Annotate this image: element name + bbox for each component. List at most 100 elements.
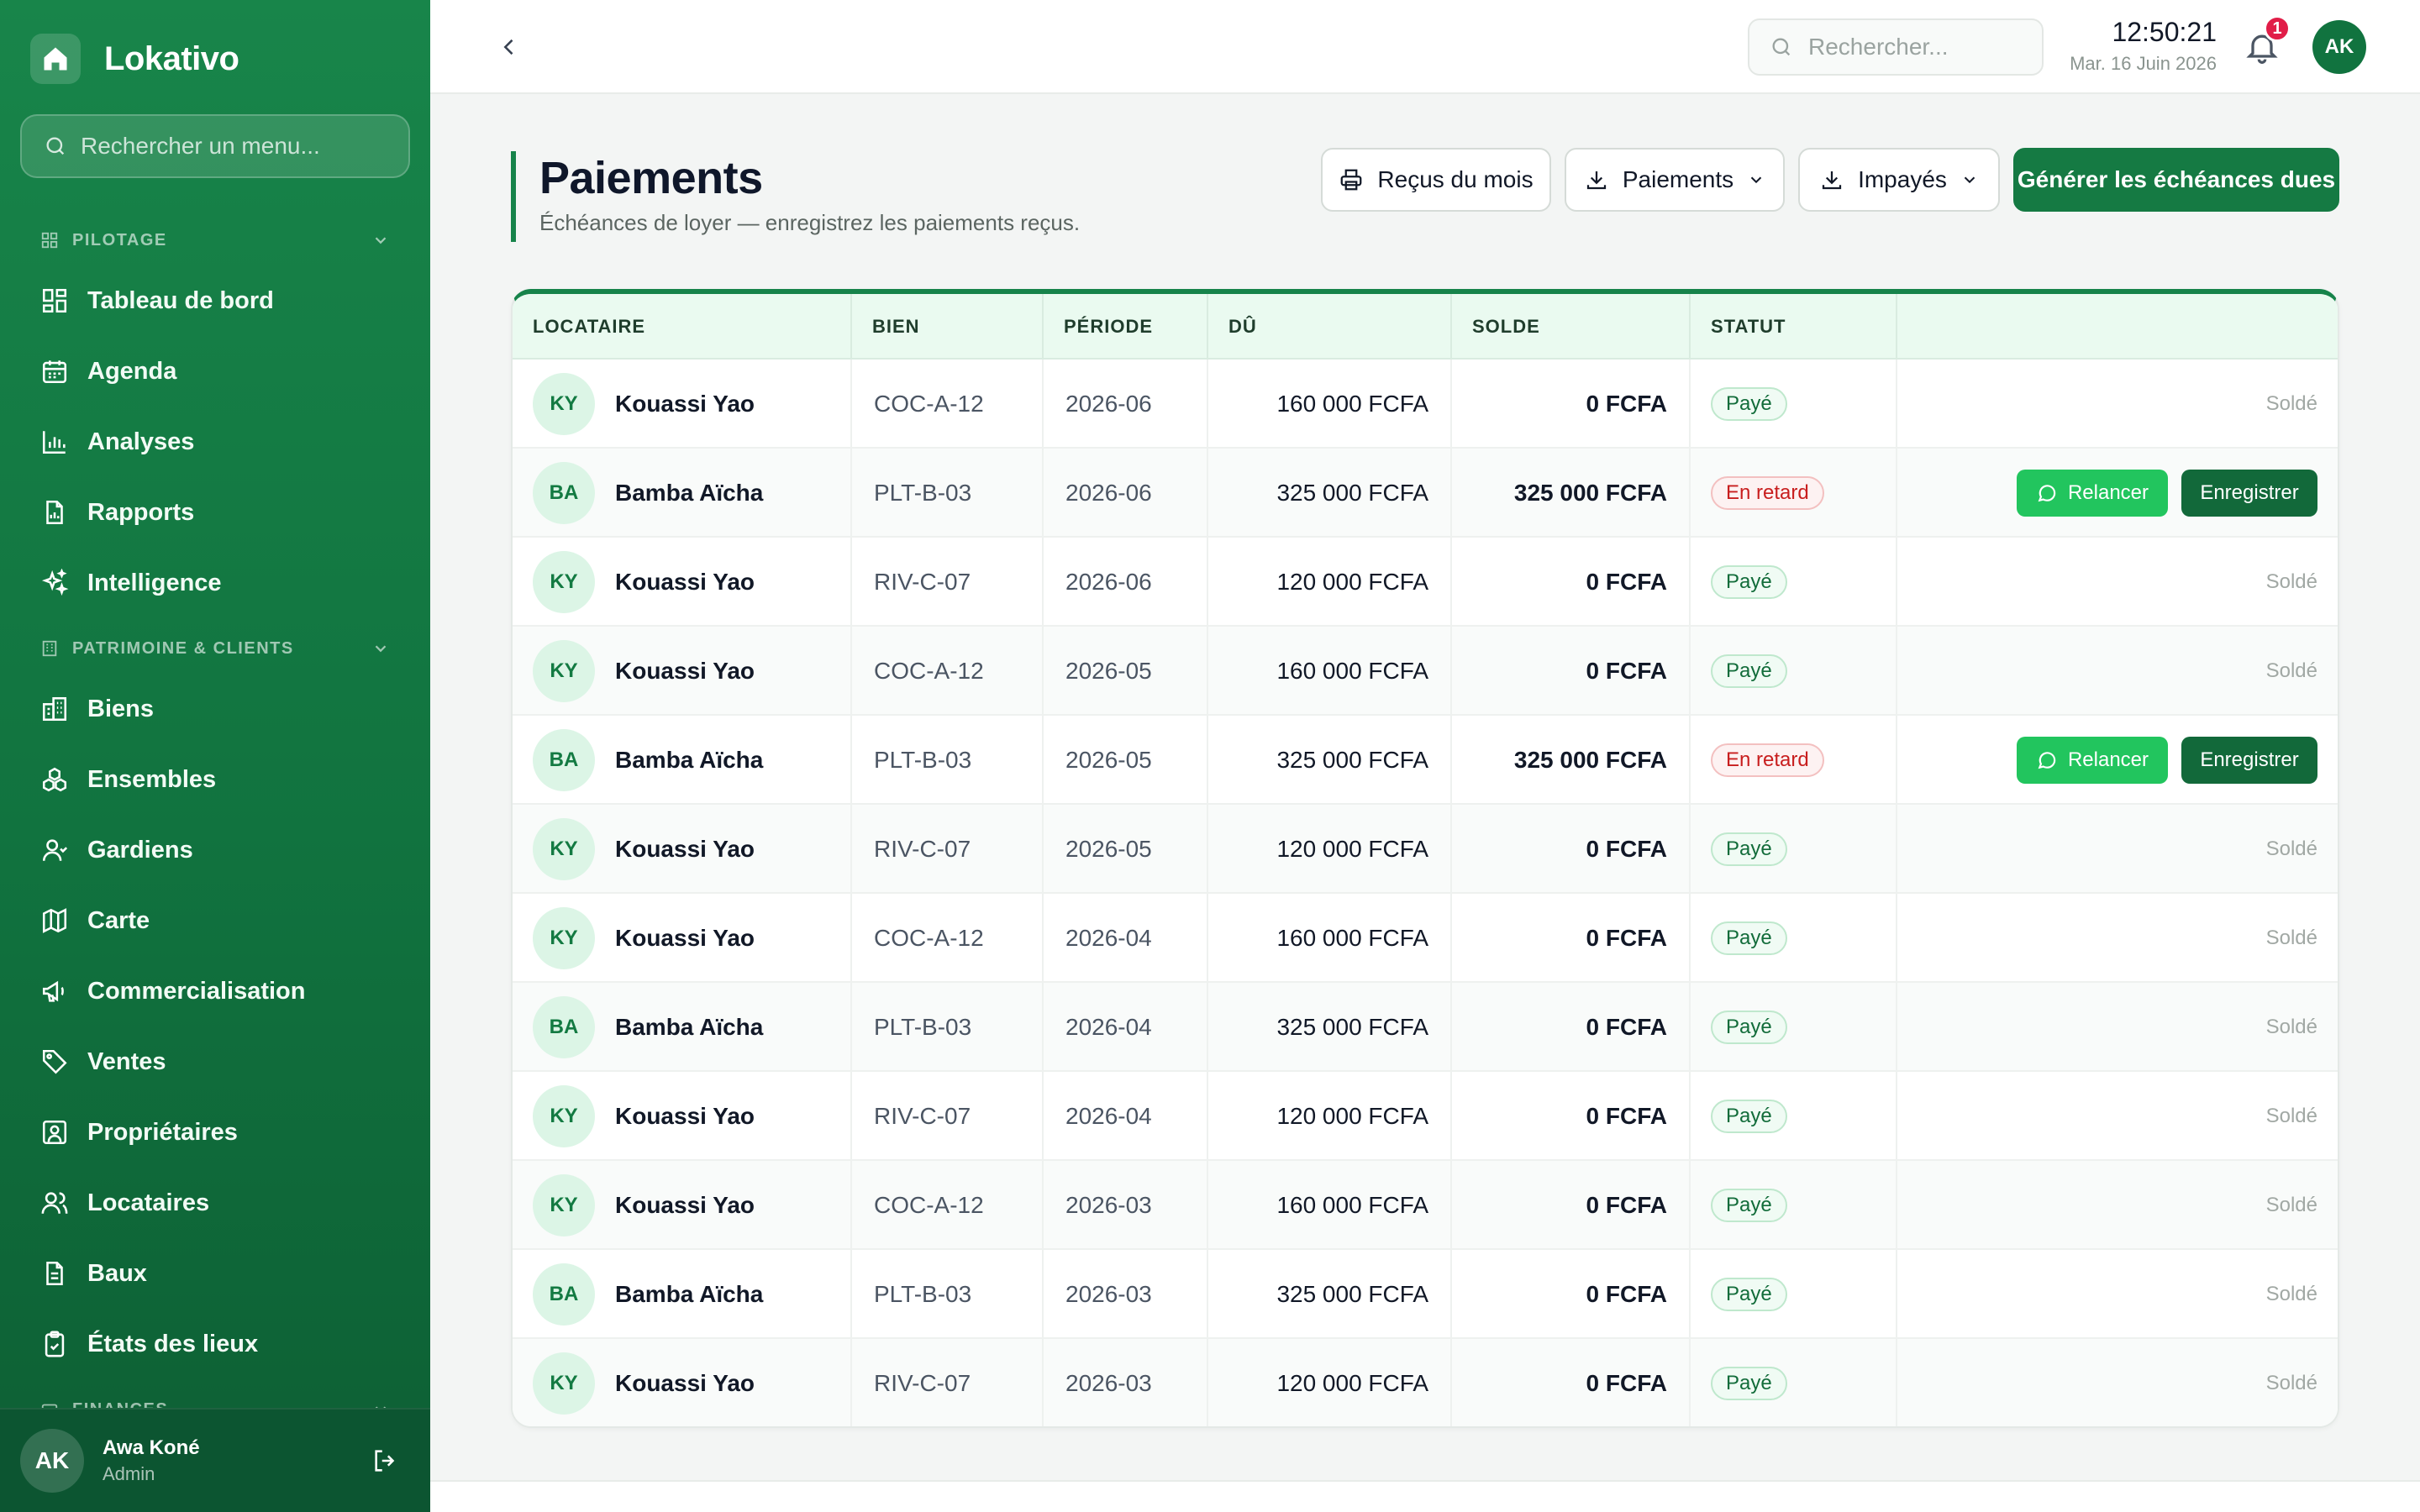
tenant-name[interactable]: Kouassi Yao — [615, 658, 755, 685]
cell-bien: PLT-B-03 — [852, 983, 1044, 1072]
sidebar-search-input[interactable]: Rechercher un menu... — [20, 114, 410, 178]
column-header-solde[interactable]: SOLDE — [1452, 294, 1691, 360]
cell-bien: COC-A-12 — [852, 360, 1044, 449]
sidebar-item-commercialisation[interactable]: Commercialisation — [20, 961, 410, 1021]
column-header-locataire[interactable]: LOCATAIRE — [513, 294, 852, 360]
tenant-name[interactable]: Kouassi Yao — [615, 569, 755, 596]
app-name: Lokativo — [104, 39, 239, 77]
cell-statut: En retard — [1691, 716, 1897, 805]
sidebar-item-tableau-de-bord[interactable]: Tableau de bord — [20, 270, 410, 331]
global-search-input[interactable]: Rechercher... — [1748, 18, 2044, 76]
section-pilotage[interactable]: PILOTAGE — [40, 225, 390, 255]
cell-actions: Soldé — [1897, 538, 2338, 627]
relancer-button[interactable]: Relancer — [2017, 470, 2168, 517]
enregistrer-label: Enregistrer — [2200, 748, 2299, 771]
sidebar-item-carte[interactable]: Carte — [20, 890, 410, 951]
section-patrimoine[interactable]: PATRIMOINE & CLIENTS — [40, 633, 390, 664]
table-row[interactable]: KY Kouassi Yao COC-A-12 2026-06 160 000 FCFA… — [513, 360, 2338, 449]
tenant-name[interactable]: Kouassi Yao — [615, 925, 755, 952]
cell-locataire: BA Bamba Aïcha — [513, 1250, 852, 1339]
generer-echeances-button[interactable]: Générer les échéances dues — [2013, 148, 2339, 212]
sidebar-item-ensembles[interactable]: Ensembles — [20, 749, 410, 810]
sidebar-item-analyses[interactable]: Analyses — [20, 412, 410, 472]
tenant-name[interactable]: Kouassi Yao — [615, 1370, 755, 1397]
status-badge: Payé — [1711, 921, 1787, 955]
status-badge: Payé — [1711, 387, 1787, 421]
cell-periode: 2026-06 — [1044, 449, 1208, 538]
grid-icon — [41, 232, 58, 249]
sidebar-item-rapports[interactable]: Rapports — [20, 482, 410, 543]
sidebar-item-agenda[interactable]: Agenda — [20, 341, 410, 402]
building-icon — [42, 696, 67, 722]
user-avatar[interactable]: AK — [2312, 20, 2366, 74]
status-badge: Payé — [1711, 832, 1787, 866]
tenant-name[interactable]: Bamba Aïcha — [615, 480, 763, 507]
table-row[interactable]: KY Kouassi Yao RIV-C-07 2026-04 120 000 FCFA… — [513, 1072, 2338, 1161]
table-row[interactable]: BA Bamba Aïcha PLT-B-03 2026-03 325 000 FCFA… — [513, 1250, 2338, 1339]
status-badge: Payé — [1711, 1100, 1787, 1133]
cell-du: 325 000 FCFA — [1208, 449, 1452, 538]
cell-periode: 2026-03 — [1044, 1250, 1208, 1339]
table-row[interactable]: KY Kouassi Yao RIV-C-07 2026-06 120 000 FCFA… — [513, 538, 2338, 627]
column-header-statut[interactable]: STATUT — [1691, 294, 1897, 360]
enregistrer-button[interactable]: Enregistrer — [2181, 470, 2317, 517]
sidebar-item-gardiens[interactable]: Gardiens — [20, 820, 410, 880]
sidebar-item-proprietaires[interactable]: Propriétaires — [20, 1102, 410, 1163]
tenant-name[interactable]: Bamba Aïcha — [615, 1281, 763, 1308]
logout-icon[interactable] — [371, 1446, 400, 1475]
table-row[interactable]: KY Kouassi Yao COC-A-12 2026-03 160 000 FCFA… — [513, 1161, 2338, 1250]
tenant-name[interactable]: Kouassi Yao — [615, 836, 755, 863]
cell-periode: 2026-05 — [1044, 805, 1208, 894]
sidebar-item-label: Baux — [87, 1259, 147, 1287]
column-header-periode[interactable]: PÉRIODE — [1044, 294, 1208, 360]
solde-label: Soldé — [2265, 1194, 2317, 1216]
enregistrer-button[interactable]: Enregistrer — [2181, 737, 2317, 784]
tenant-name[interactable]: Bamba Aïcha — [615, 747, 763, 774]
tenant-name[interactable]: Kouassi Yao — [615, 1192, 755, 1219]
sidebar-item-label: Intelligence — [87, 569, 222, 596]
cell-periode: 2026-06 — [1044, 360, 1208, 449]
sidebar-item-baux[interactable]: Baux — [20, 1243, 410, 1304]
sidebar-user-panel: AK Awa Koné Admin — [0, 1408, 430, 1512]
topbar: Rechercher... 12:50:21 Mar. 16 Juin 2026… — [430, 0, 2420, 94]
sidebar-item-label: Ensembles — [87, 765, 217, 793]
sidebar-item-etats-des-lieux[interactable]: États des lieux — [20, 1314, 410, 1374]
section-pilotage-label: PILOTAGE — [72, 230, 167, 249]
export-impayes-button[interactable]: Impayés — [1798, 148, 2000, 212]
recus-du-mois-button[interactable]: Reçus du mois — [1321, 148, 1551, 212]
table-row[interactable]: BA Bamba Aïcha PLT-B-03 2026-06 325 000 FCFA… — [513, 449, 2338, 538]
tenant-name[interactable]: Kouassi Yao — [615, 1103, 755, 1130]
table-row[interactable]: BA Bamba Aïcha PLT-B-03 2026-04 325 000 FCFA… — [513, 983, 2338, 1072]
sidebar-item-biens[interactable]: Biens — [20, 679, 410, 739]
sidebar-item-ventes[interactable]: Ventes — [20, 1032, 410, 1092]
status-badge: En retard — [1711, 743, 1824, 777]
tenant-name[interactable]: Kouassi Yao — [615, 391, 755, 417]
table-row[interactable]: KY Kouassi Yao COC-A-12 2026-05 160 000 FCFA… — [513, 627, 2338, 716]
chevron-down-icon — [375, 645, 387, 653]
status-badge: Payé — [1711, 654, 1787, 688]
column-header-bien[interactable]: BIEN — [852, 294, 1044, 360]
column-header-du[interactable]: DÛ — [1208, 294, 1452, 360]
sidebar-item-intelligence[interactable]: Intelligence — [20, 553, 410, 613]
avatar[interactable]: AK — [20, 1429, 84, 1493]
generer-echeances-label: Générer les échéances dues — [2017, 166, 2336, 192]
solde-label: Soldé — [2265, 570, 2317, 593]
sidebar-item-label: États des lieux — [87, 1330, 259, 1357]
cell-statut: Payé — [1691, 627, 1897, 716]
export-paiements-button[interactable]: Paiements — [1565, 148, 1785, 212]
table-row[interactable]: BA Bamba Aïcha PLT-B-03 2026-05 325 000 FCFA… — [513, 716, 2338, 805]
table-row[interactable]: KY Kouassi Yao RIV-C-07 2026-03 120 000 FCFA… — [513, 1339, 2338, 1426]
tenant-name[interactable]: Bamba Aïcha — [615, 1014, 763, 1041]
boxes-icon — [42, 767, 67, 792]
table-row[interactable]: KY Kouassi Yao RIV-C-07 2026-05 120 000 FCFA… — [513, 805, 2338, 894]
back-button[interactable] — [492, 30, 526, 64]
status-badge: Payé — [1711, 1189, 1787, 1222]
sidebar-item-locataires[interactable]: Locataires — [20, 1173, 410, 1233]
cell-bien: RIV-C-07 — [852, 1072, 1044, 1161]
brand[interactable]: Lokativo — [30, 34, 239, 84]
cell-solde: 0 FCFA — [1452, 1250, 1691, 1339]
relancer-button[interactable]: Relancer — [2017, 737, 2168, 784]
cell-solde: 0 FCFA — [1452, 983, 1691, 1072]
table-row[interactable]: KY Kouassi Yao COC-A-12 2026-04 160 000 FCFA… — [513, 894, 2338, 983]
cell-locataire: KY Kouassi Yao — [513, 360, 852, 449]
